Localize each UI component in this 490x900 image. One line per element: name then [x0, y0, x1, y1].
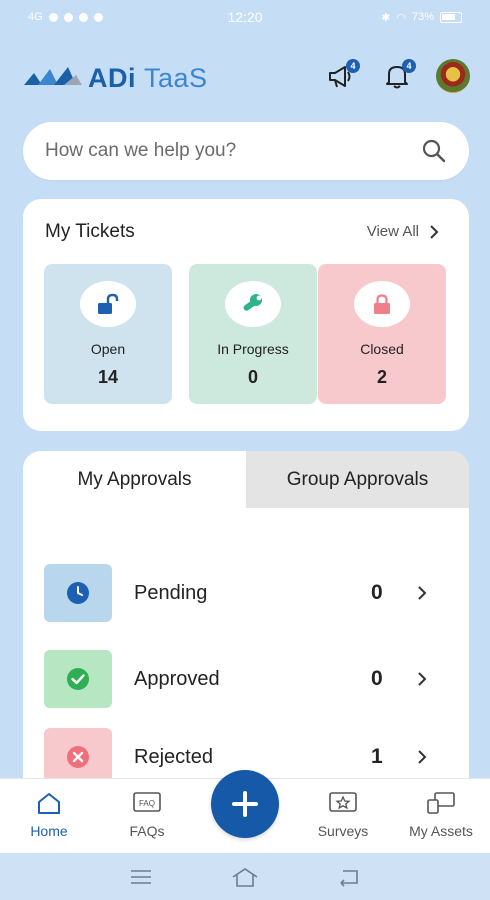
lock-icon	[374, 294, 390, 314]
wrench-icon	[243, 294, 262, 311]
approvals-card: My Approvals Group Approvals Pending 0 A…	[23, 451, 469, 791]
assets-icon	[427, 792, 455, 814]
plus-icon	[232, 791, 258, 817]
chevron-right-icon	[418, 586, 427, 600]
pending-label: Pending	[134, 581, 208, 604]
tile-closed-label: Closed	[360, 341, 404, 357]
notifications-button[interactable]: 4	[380, 58, 416, 94]
chevron-right-icon	[418, 672, 427, 686]
status-bar: 4G 12:20 ✱ ◠ 73%	[0, 0, 490, 34]
my-tickets-title: My Tickets	[45, 221, 135, 242]
check-circle-icon	[67, 668, 89, 690]
my-tickets-card: My Tickets View All Open 14 In Progress …	[23, 199, 469, 431]
survey-icon	[329, 792, 357, 812]
home-icon	[38, 793, 60, 814]
announcements-button[interactable]: 4	[324, 58, 360, 94]
chevron-right-icon	[430, 224, 439, 239]
faq-icon-text: FAQ	[139, 799, 155, 808]
logo-mark-icon	[24, 67, 82, 85]
system-nav-bar	[0, 853, 490, 900]
search-bar	[23, 122, 469, 180]
tile-closed[interactable]: Closed 2	[318, 264, 446, 404]
tab-my-approvals[interactable]: My Approvals	[23, 451, 246, 508]
nav-my-assets-label: My Assets	[409, 823, 473, 839]
battery-icon	[440, 11, 462, 23]
bottom-nav: Home FAQ FAQs Surveys My Assets	[0, 770, 490, 853]
nav-surveys-label: Surveys	[317, 823, 369, 839]
tile-open-label: Open	[90, 341, 126, 357]
approved-icon-wrap	[44, 650, 112, 708]
tile-in-progress-icon-wrap	[225, 281, 281, 327]
tile-closed-icon-wrap	[354, 281, 410, 327]
announcements-badge: 4	[346, 59, 360, 73]
app-logo: ADi TaaS	[24, 63, 208, 94]
notifications-badge: 4	[402, 59, 416, 73]
nav-faqs[interactable]: FAQ FAQs	[102, 791, 192, 839]
rejected-label: Rejected	[134, 745, 213, 768]
tile-open[interactable]: Open 14	[44, 264, 172, 404]
approval-row-pending[interactable]: Pending 0	[23, 563, 469, 623]
nav-faqs-label: FAQs	[129, 823, 165, 839]
status-time: 12:20	[227, 9, 263, 25]
chevron-right-icon	[418, 750, 427, 764]
approval-row-approved[interactable]: Approved 0	[23, 649, 469, 709]
tile-open-count: 14	[97, 367, 119, 387]
nav-surveys[interactable]: Surveys	[298, 791, 388, 839]
brand-light: TaaS	[144, 62, 208, 93]
clock-icon	[67, 582, 89, 604]
avatar[interactable]	[436, 59, 470, 93]
nav-home-label: Home	[30, 823, 68, 839]
tile-in-progress[interactable]: In Progress 0	[189, 264, 317, 404]
approved-count: 0	[371, 667, 383, 690]
create-ticket-button[interactable]	[211, 770, 279, 838]
tab-group-approvals[interactable]: Group Approvals	[246, 451, 469, 508]
tile-open-icon-wrap	[80, 281, 136, 327]
approved-label: Approved	[134, 667, 220, 690]
brand-name: ADi TaaS	[88, 63, 208, 94]
tile-in-progress-count: 0	[247, 367, 258, 387]
view-all-link[interactable]: View All	[367, 223, 439, 240]
app-header: ADi TaaS 4 4	[24, 55, 470, 101]
x-circle-icon	[67, 746, 89, 768]
faq-icon: FAQ	[133, 792, 161, 812]
search-input[interactable]	[45, 140, 421, 162]
tile-in-progress-label: In Progress	[217, 341, 289, 357]
search-icon[interactable]	[421, 138, 447, 164]
rejected-count: 1	[371, 745, 383, 768]
tile-closed-count: 2	[376, 367, 387, 387]
header-actions: 4 4	[324, 58, 470, 94]
approvals-tabs: My Approvals Group Approvals	[23, 451, 469, 508]
brand-bold: ADi	[88, 62, 136, 93]
back-icon[interactable]	[337, 867, 361, 887]
nav-my-assets[interactable]: My Assets	[396, 791, 486, 839]
pending-count: 0	[371, 581, 383, 604]
nav-home[interactable]: Home	[4, 791, 94, 839]
home-system-icon[interactable]	[230, 866, 260, 888]
menu-icon[interactable]	[129, 868, 153, 886]
pending-icon-wrap	[44, 564, 112, 622]
unlock-icon	[98, 293, 119, 314]
view-all-label: View All	[366, 223, 419, 240]
